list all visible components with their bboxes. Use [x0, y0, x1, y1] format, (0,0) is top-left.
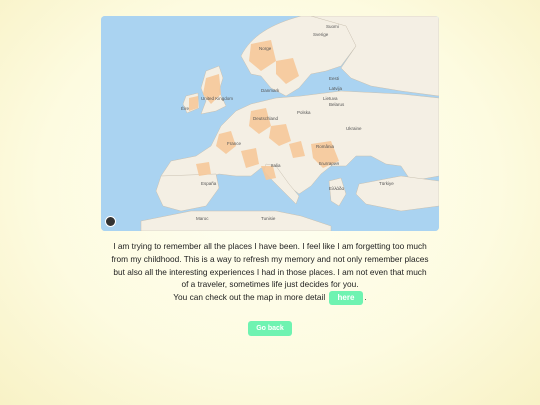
map-label-sverige: Sverige [313, 32, 329, 37]
map-label-france: France [227, 141, 242, 146]
map-link-suffix: . [364, 292, 367, 303]
map-label-polska: Polska [297, 110, 311, 115]
map-label-ellada: Ελλάδα [329, 186, 345, 191]
map-label-ukraine: Ukraine [346, 126, 362, 131]
map-label-italia: Italia [271, 163, 281, 168]
map-label-tunisie: Tunisie [261, 216, 276, 221]
here-button[interactable]: here [328, 291, 364, 306]
map-label-eesti: Eesti [329, 76, 340, 81]
europe-map[interactable]: Sverige Norge Suomi Eesti Latvija Lietuv… [101, 16, 439, 231]
map-label-latvija: Latvija [329, 86, 343, 91]
map-label-suomi: Suomi [326, 24, 339, 29]
description: I am trying to remember all the places I… [110, 240, 430, 306]
map-label-turkiye: Türkiye [379, 181, 394, 186]
map-link-prefix: You can check out the map in more detail [173, 292, 326, 303]
map-label-lietuva: Lietuva [323, 96, 338, 101]
map-label-bulgaria: България [319, 161, 339, 166]
map-label-eire: Éire [181, 106, 190, 111]
description-text: I am trying to remember all the places I… [111, 241, 429, 290]
map-label-deutschland: Deutschland [253, 116, 279, 121]
map-attribution-icon[interactable] [105, 216, 116, 227]
map-label-belarus: Belarus [329, 102, 345, 107]
map-label-danmark: Danmark [261, 88, 280, 93]
map-label-uk: United Kingdom [201, 96, 234, 101]
map-label-espana: España [201, 181, 217, 186]
map-label-norge: Norge [259, 46, 272, 51]
go-back-button[interactable]: Go back [248, 321, 292, 336]
map-label-romania: România [316, 144, 335, 149]
map-link-line: You can check out the map in more detail… [110, 291, 430, 306]
map-label-maroc: Maroc [196, 216, 209, 221]
